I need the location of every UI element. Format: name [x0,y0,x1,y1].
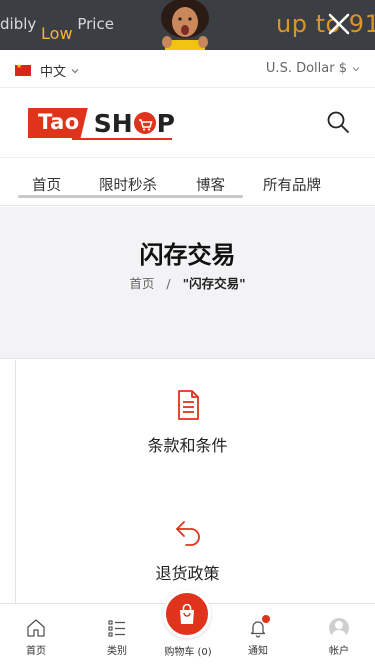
top-bar: 中文 U.S. Dollar $ [0,50,375,88]
china-flag-icon [15,62,31,76]
language-selector[interactable]: 中文 [15,61,79,80]
search-icon[interactable] [326,110,350,134]
chevron-down-icon [352,66,360,71]
terms-link[interactable]: 条款和条件 [15,388,360,456]
returns-label: 退货政策 [155,564,220,583]
nav-item-all-brands[interactable]: 所有品牌 [249,174,339,195]
nav-scrollbar[interactable] [18,195,243,198]
close-icon[interactable] [325,10,353,38]
logo-shop: SH P [93,108,175,138]
bottom-nav-notifications[interactable]: 通知 [228,615,288,657]
promo-banner[interactable]: dibly Low Price up to 91% [0,0,375,50]
cart-button[interactable] [163,590,211,638]
bottom-nav-account-label: 帐户 [329,646,349,657]
logo-underline [72,138,172,140]
page-title: 闪存交易 [139,241,236,269]
list-icon [108,620,125,637]
currency-selector[interactable]: U.S. Dollar $ [266,61,360,76]
document-icon [177,390,199,420]
nav-item-flash-sale[interactable]: 限时秒杀 [85,174,181,195]
bottom-nav-account[interactable]: 帐户 [309,618,369,657]
return-arrow-icon [175,521,200,546]
logo-tao: Tao [28,108,88,138]
terms-label: 条款和条件 [147,436,228,455]
currency-label: U.S. Dollar $ [265,61,347,76]
bottom-nav-notifications-label: 通知 [248,646,268,657]
home-icon [27,619,45,637]
promo-model-image [161,0,209,50]
site-logo[interactable]: Tao SH P [28,108,175,138]
info-links: 条款和条件 退货政策 [0,360,375,605]
language-label: 中文 [40,65,67,80]
breadcrumb-separator: / [166,276,171,291]
cart-label: 购物车 (0) [164,647,212,658]
notification-dot [262,615,270,623]
logo-cart-icon [133,112,156,134]
nav-item-blog[interactable]: 博客 [181,174,249,195]
bottom-nav: 首页 类别 购物车 (0) 通知 帐户 [0,590,375,667]
breadcrumb-home-link[interactable]: 首页 [129,276,154,291]
breadcrumb-current: "闪存交易" [182,276,246,291]
bottom-nav-categories-label: 类别 [107,646,127,657]
page-title-section: 闪存交易 首页 / "闪存交易" [0,207,375,359]
bottom-nav-home-label: 首页 [26,646,46,657]
site-header: Tao SH P [0,88,375,158]
promo-left-text: dibly Low Price [0,15,114,43]
nav-item-home[interactable]: 首页 [18,174,85,195]
bottom-nav-home[interactable]: 首页 [6,618,66,657]
avatar [329,618,349,638]
chevron-down-icon [71,68,79,73]
shopping-bag-icon [180,603,194,624]
breadcrumb: 首页 / "闪存交易" [0,273,375,292]
return-policy-link[interactable]: 退货政策 [15,516,360,584]
main-nav: 首页 限时秒杀 博客 所有品牌 [0,158,375,206]
bottom-nav-categories[interactable]: 类别 [87,618,147,657]
